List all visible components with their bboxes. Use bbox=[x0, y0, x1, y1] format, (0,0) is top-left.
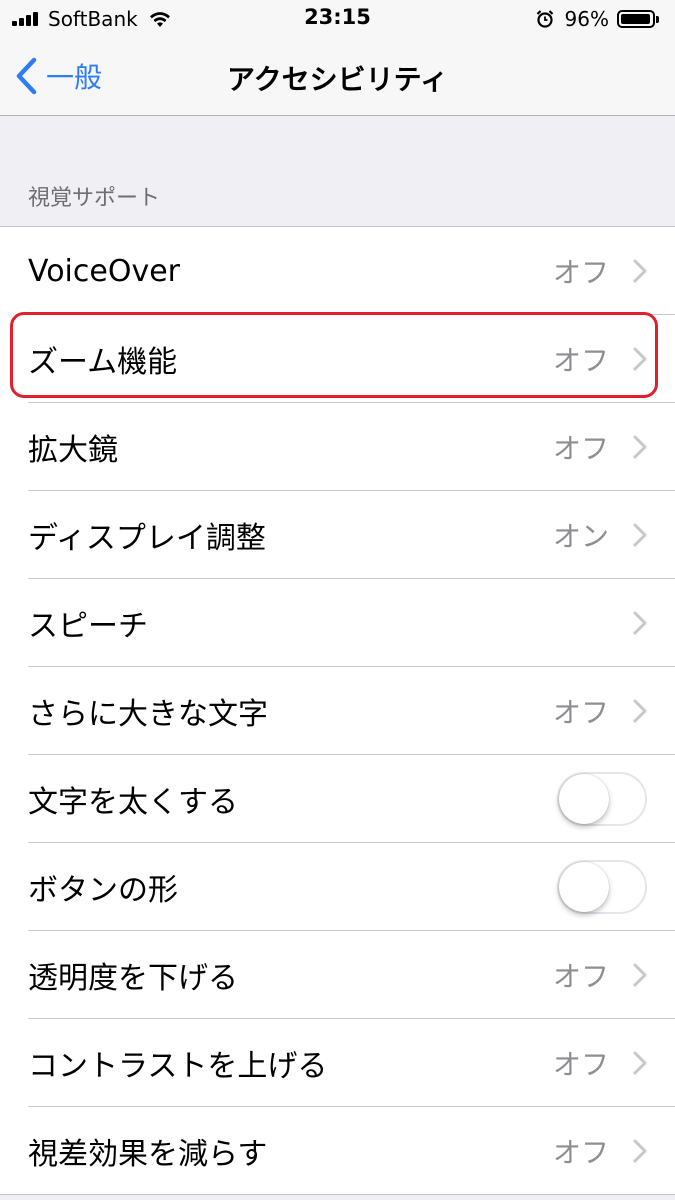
setting-value: オフ bbox=[552, 344, 609, 377]
setting-row[interactable]: 拡大鏡 オフ bbox=[0, 403, 675, 491]
setting-label: ボタンの形 bbox=[28, 873, 178, 908]
setting-value: オフ bbox=[552, 256, 609, 289]
toggle-switch[interactable] bbox=[557, 860, 647, 914]
chevron-right-icon bbox=[633, 523, 647, 547]
chevron-right-icon bbox=[633, 699, 647, 723]
toggle-knob bbox=[559, 862, 609, 912]
setting-row[interactable]: 透明度を下げる オフ bbox=[0, 931, 675, 1019]
battery-icon bbox=[617, 9, 661, 29]
chevron-right-icon bbox=[633, 611, 647, 635]
alarm-icon bbox=[536, 10, 553, 28]
page-title: アクセシビリティ bbox=[227, 63, 448, 96]
toggle-knob bbox=[559, 774, 609, 824]
setting-label: ディスプレイ調整 bbox=[28, 521, 266, 556]
setting-label: VoiceOver bbox=[28, 253, 180, 289]
chevron-right-icon bbox=[633, 963, 647, 987]
setting-row[interactable]: さらに大きな文字 オフ bbox=[0, 667, 675, 755]
setting-row[interactable]: スピーチ bbox=[0, 579, 675, 667]
setting-toggle-row[interactable]: ボタンの形 bbox=[0, 843, 675, 931]
setting-value: オフ bbox=[552, 432, 609, 465]
setting-value: オフ bbox=[552, 1048, 609, 1081]
section-header: 視覚サポート bbox=[28, 186, 161, 211]
navigation-bar: 一般 アクセシビリティ bbox=[0, 40, 675, 116]
setting-label: コントラストを上げる bbox=[28, 1049, 328, 1084]
setting-value: オフ bbox=[552, 1136, 609, 1169]
status-bar: SoftBank 23:15 96% bbox=[0, 0, 675, 40]
setting-label: さらに大きな文字 bbox=[28, 697, 268, 732]
chevron-right-icon bbox=[633, 259, 647, 283]
setting-label: スピーチ bbox=[28, 609, 148, 644]
settings-list: VoiceOver オフ ズーム機能 オフ 拡大鏡 オフ ディスプレイ調整 オン スピーチ さらに… bbox=[0, 226, 675, 1195]
chevron-right-icon bbox=[633, 435, 647, 459]
status-right: 96% bbox=[535, 6, 661, 32]
setting-value: オン bbox=[552, 520, 609, 553]
setting-value: オフ bbox=[552, 960, 609, 993]
setting-row[interactable]: ディスプレイ調整 オン bbox=[0, 491, 675, 579]
chevron-right-icon bbox=[633, 347, 647, 371]
toggle-switch[interactable] bbox=[557, 772, 647, 826]
setting-value: オフ bbox=[552, 696, 609, 729]
setting-row[interactable]: ズーム機能 オフ bbox=[0, 315, 675, 403]
setting-row[interactable]: 視差効果を減らす オフ bbox=[0, 1107, 675, 1195]
setting-label: 透明度を下げる bbox=[28, 961, 238, 996]
setting-label: 文字を太くする bbox=[28, 785, 238, 820]
setting-label: 拡大鏡 bbox=[28, 433, 118, 468]
chevron-right-icon bbox=[633, 1139, 647, 1163]
setting-row[interactable]: コントラストを上げる オフ bbox=[0, 1019, 675, 1107]
setting-label: 視差効果を減らす bbox=[28, 1137, 268, 1172]
setting-label: ズーム機能 bbox=[28, 345, 178, 380]
chevron-right-icon bbox=[633, 1051, 647, 1075]
setting-row[interactable]: VoiceOver オフ bbox=[0, 227, 675, 315]
setting-toggle-row[interactable]: 文字を太くする bbox=[0, 755, 675, 843]
battery-percent: 96% bbox=[564, 7, 609, 31]
